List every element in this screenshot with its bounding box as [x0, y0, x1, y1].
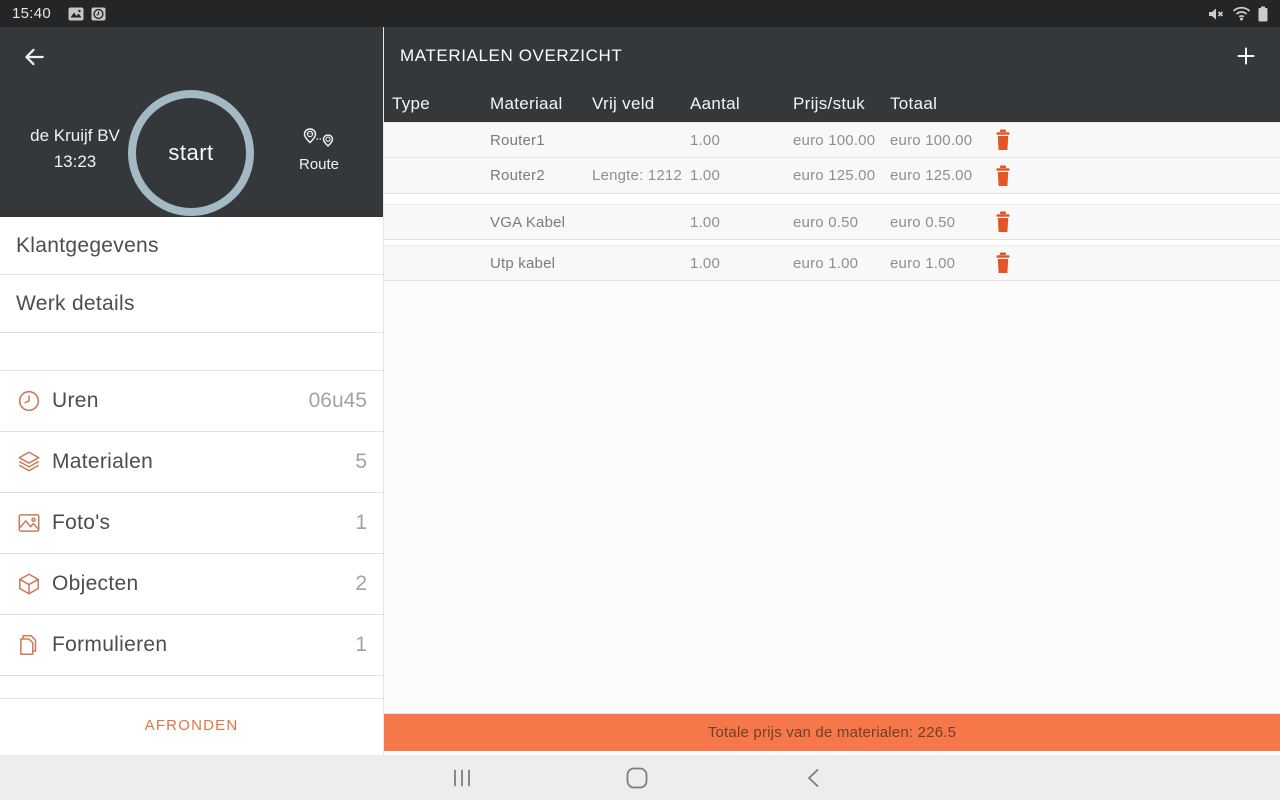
cell-totaal: euro 125.00: [890, 167, 973, 184]
cell-prijs-stuk: euro 100.00: [793, 131, 876, 149]
sidebar-item-count: 1: [355, 511, 367, 534]
sidebar-item-label: Uren: [52, 389, 99, 412]
app-bar: MATERIALEN OVERZICHT: [384, 27, 1280, 85]
sidebar-item-label: Klantgegevens: [16, 233, 159, 257]
back-button[interactable]: [18, 41, 50, 73]
table-row[interactable]: Router1 1.00 euro 100.00 euro 100.00: [384, 122, 1280, 158]
group-spacer: [384, 194, 1280, 204]
cell-aantal: 1.00: [690, 167, 720, 184]
column-header-vrij-veld: Vrij veld: [592, 93, 655, 113]
status-time: 15:40: [12, 5, 52, 22]
delete-material-button[interactable]: [985, 252, 1021, 274]
delete-material-button[interactable]: [985, 165, 1021, 187]
material-group: VGA Kabel 1.00 euro 0.50 euro 0.50: [384, 204, 1280, 240]
nav-back-button[interactable]: [783, 755, 843, 800]
table-row[interactable]: Router2 Lengte: 1212 1.00 euro 125.00 eu…: [384, 158, 1280, 194]
column-header-prijs-stuk: Prijs/stuk: [793, 93, 865, 113]
cell-aantal: 1.00: [690, 131, 720, 149]
cell-prijs-stuk: euro 1.00: [793, 254, 859, 272]
cell-totaal: euro 1.00: [890, 254, 956, 272]
sidebar-item-fotos[interactable]: Foto's 1: [0, 493, 383, 554]
status-right-icons: [1200, 6, 1268, 22]
add-material-button[interactable]: [1230, 40, 1262, 72]
column-header-totaal: Totaal: [890, 93, 938, 113]
menu-spacer: [0, 333, 383, 371]
route-label: Route: [298, 156, 340, 173]
sidebar-item-materialen[interactable]: Materialen 5: [0, 432, 383, 493]
cell-materiaal: VGA Kabel: [490, 213, 566, 231]
sidebar-item-count: 5: [355, 450, 367, 473]
column-header-aantal: Aantal: [690, 93, 741, 113]
cell-prijs-stuk: euro 125.00: [793, 167, 876, 184]
status-bar: 15:40: [0, 0, 1280, 27]
cell-totaal: euro 0.50: [890, 213, 956, 231]
photo-icon: [16, 510, 42, 536]
company-name: de Kruijf BV: [30, 126, 120, 145]
trash-icon: [996, 211, 1010, 232]
menu-spacer: [0, 676, 383, 699]
sidebar-menu: Klantgegevens Werk details Uren 06u45 Ma…: [0, 217, 383, 751]
start-button[interactable]: start: [128, 90, 254, 216]
trash-icon: [996, 129, 1010, 150]
sidebar-item-formulieren[interactable]: Formulieren 1: [0, 615, 383, 676]
cell-vrij-veld: Lengte: 1212: [592, 167, 682, 184]
sidebar: de Kruijf BV 13:23 start Route Klantgege…: [0, 27, 384, 755]
worked-time: 13:23: [53, 152, 97, 171]
home-button[interactable]: [607, 755, 667, 800]
sidebar-item-label: Materialen: [52, 450, 154, 473]
cell-materiaal: Router1: [490, 131, 545, 149]
sidebar-item-count: 1: [355, 633, 367, 656]
route-button[interactable]: Route: [288, 127, 350, 173]
sidebar-item-werk-details[interactable]: Werk details: [0, 275, 383, 333]
delete-material-button[interactable]: [985, 129, 1021, 151]
android-nav-bar: [0, 755, 1280, 800]
sidebar-item-label: Werk details: [16, 291, 135, 315]
page-title: MATERIALEN OVERZICHT: [400, 46, 623, 65]
cell-prijs-stuk: euro 0.50: [793, 213, 859, 231]
sidebar-item-label: Foto's: [52, 511, 111, 534]
clock-notification-icon: [91, 7, 106, 21]
table-row[interactable]: VGA Kabel 1.00 euro 0.50 euro 0.50: [384, 204, 1280, 240]
trash-icon: [996, 252, 1010, 273]
sidebar-item-label: Formulieren: [52, 633, 168, 656]
start-button-label: start: [168, 140, 214, 165]
layers-icon: [16, 449, 42, 475]
volume-muted-icon: [1207, 6, 1225, 22]
wifi-icon: [1232, 6, 1251, 21]
sidebar-item-uren[interactable]: Uren 06u45: [0, 371, 383, 432]
route-pins-icon: [303, 128, 334, 148]
total-price-label: Totale prijs van de materialen: 226.5: [707, 724, 957, 741]
picture-notification-icon: [68, 7, 84, 21]
trash-icon: [996, 165, 1010, 186]
column-header-type: Type: [392, 93, 431, 113]
table-header: Type Materiaal Vrij veld Aantal Prijs/st…: [384, 85, 1280, 122]
sidebar-header: de Kruijf BV 13:23 start Route: [0, 27, 383, 217]
total-price-bar: Totale prijs van de materialen: 226.5: [384, 713, 1280, 751]
cube-icon: [16, 571, 42, 597]
afronden-button[interactable]: AFRONDEN: [0, 699, 383, 751]
sidebar-item-klantgegevens[interactable]: Klantgegevens: [0, 217, 383, 275]
document-icon: [16, 632, 42, 658]
sidebar-item-count: 06u45: [308, 389, 367, 412]
cell-aantal: 1.00: [690, 213, 720, 231]
battery-icon: [1258, 6, 1268, 22]
material-group: Utp kabel 1.00 euro 1.00 euro 1.00: [384, 245, 1280, 281]
cell-aantal: 1.00: [690, 254, 720, 272]
column-header-materiaal: Materiaal: [490, 93, 563, 113]
cell-materiaal: Router2: [490, 167, 545, 184]
table-row[interactable]: Utp kabel 1.00 euro 1.00 euro 1.00: [384, 245, 1280, 281]
sidebar-item-objecten[interactable]: Objecten 2: [0, 554, 383, 615]
delete-material-button[interactable]: [985, 211, 1021, 233]
clock-icon: [16, 388, 42, 414]
recents-button[interactable]: [432, 755, 492, 800]
app-screen: 15:40 de Kruijf BV 13:23 start Route Kla…: [0, 0, 1280, 800]
cell-materiaal: Utp kabel: [490, 254, 556, 272]
main-panel: MATERIALEN OVERZICHT Type Materiaal Vrij…: [384, 27, 1280, 755]
sidebar-item-label: Objecten: [52, 572, 139, 595]
cell-totaal: euro 100.00: [890, 131, 973, 149]
company-block: de Kruijf BV 13:23: [16, 123, 134, 175]
sidebar-item-count: 2: [355, 572, 367, 595]
material-group: Router1 1.00 euro 100.00 euro 100.00 Rou…: [384, 122, 1280, 194]
afronden-button-label: AFRONDEN: [144, 716, 239, 734]
